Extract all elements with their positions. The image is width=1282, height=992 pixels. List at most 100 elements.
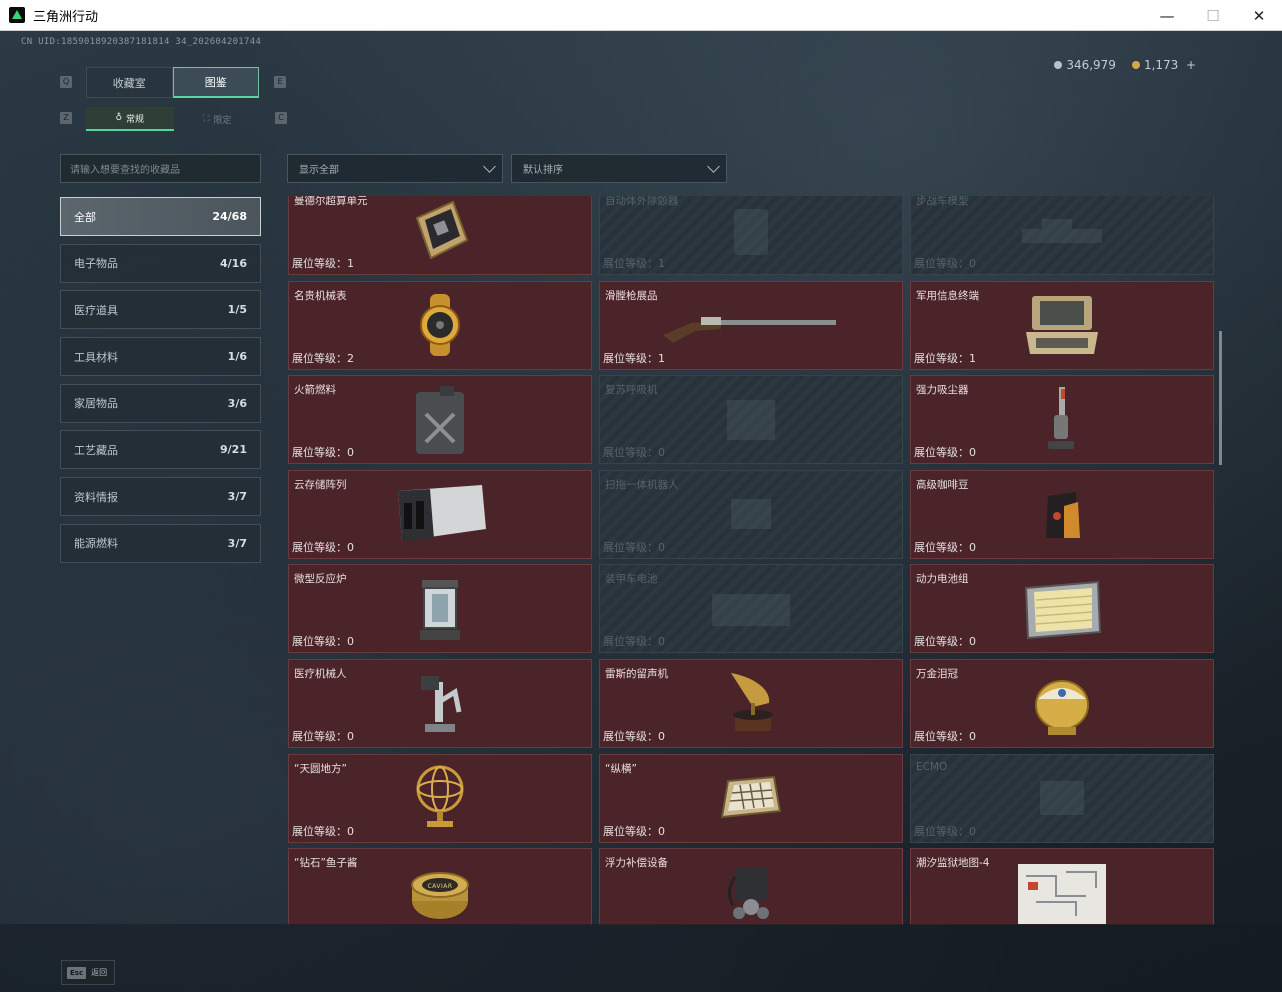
category-count: 9/21 — [220, 443, 247, 457]
level-value: 1 — [658, 351, 665, 365]
category-item[interactable]: 全部 24/68 — [60, 197, 261, 236]
item-level: 展位等级：0 — [603, 823, 665, 839]
collection-card[interactable]: 曼德尔超算单元 展位等级：1 — [288, 196, 592, 275]
collection-card[interactable]: 军用信息终端 展位等级：1 — [910, 280, 1214, 370]
item-level: 展位等级：0 — [603, 633, 665, 649]
category-item[interactable]: 工艺藏品 9/21 — [60, 430, 261, 470]
collection-card[interactable]: “纵横” 展位等级：0 — [599, 753, 903, 843]
category-item[interactable]: 医疗道具 1/5 — [60, 290, 261, 330]
collection-card[interactable]: 动力电池组 展位等级：0 — [910, 564, 1214, 654]
category-count: 4/16 — [220, 256, 247, 270]
category-item[interactable]: 电子物品 4/16 — [60, 243, 261, 283]
level-value: 1 — [969, 351, 976, 365]
item-name: 步战车模型 — [916, 196, 969, 207]
gold-amount: 1,173 — [1143, 58, 1179, 72]
item-name: “天圆地方” — [294, 762, 347, 775]
display-filter-dropdown[interactable]: 显示全部 — [287, 154, 503, 183]
collection-card-locked[interactable]: 自动体外除颤器 展位等级：1 — [599, 196, 903, 275]
level-value: 0 — [658, 730, 665, 743]
limited-icon: ⛶ — [203, 114, 210, 124]
category-item[interactable]: 能源燃料 3/7 — [60, 523, 261, 563]
item-level: 展位等级：0 — [292, 444, 354, 460]
collection-card[interactable]: 微型反应炉 展位等级：0 — [288, 564, 592, 654]
level-value: 2 — [347, 351, 354, 365]
level-prefix: 展位等级： — [914, 635, 969, 649]
category-item[interactable]: 资料情报 3/7 — [60, 477, 261, 517]
level-value: 0 — [658, 635, 665, 649]
category-label: 工艺藏品 — [74, 443, 118, 457]
item-image — [723, 669, 779, 739]
tab-limited[interactable]: ⛶ 限定 — [174, 107, 262, 131]
level-prefix: 展位等级： — [603, 635, 658, 649]
item-image — [1030, 671, 1094, 737]
maximize-button[interactable]: ☐ — [1190, 0, 1236, 31]
window-title: 三角洲行动 — [33, 9, 99, 25]
level-prefix: 展位等级： — [292, 257, 347, 270]
item-image — [1042, 385, 1082, 455]
level-value: 0 — [347, 540, 354, 554]
silver-coin-icon — [1054, 61, 1063, 69]
collection-card[interactable]: 滑膛枪展品 展位等级：1 — [599, 280, 903, 370]
item-name: 浮力补偿设备 — [605, 857, 668, 870]
level-prefix: 展位等级： — [292, 351, 347, 365]
gold-coin-icon — [1131, 61, 1140, 69]
category-count: 3/6 — [227, 396, 247, 410]
collection-card[interactable]: 高级咖啡豆 展位等级：0 — [910, 469, 1214, 559]
item-level: 展位等级：1 — [914, 350, 976, 366]
level-prefix: 展位等级： — [914, 540, 969, 554]
minimize-button[interactable]: — — [1144, 0, 1190, 31]
collection-card[interactable]: 名贵机械表 展位等级：2 — [288, 280, 592, 370]
collection-card[interactable]: 强力吸尘器 展位等级：0 — [910, 375, 1214, 465]
item-name: 潮汐监狱地图-4 — [916, 857, 990, 870]
collection-card[interactable]: 万金泪冠 展位等级：0 — [910, 659, 1214, 748]
category-item[interactable]: 工具材料 1/6 — [60, 337, 261, 377]
level-prefix: 展位等级： — [914, 351, 969, 365]
collection-card-locked[interactable]: 复苏呼吸机 展位等级：0 — [599, 375, 903, 465]
grid-scrollbar[interactable] — [1219, 331, 1222, 465]
collection-card[interactable]: 医疗机械人 展位等级：0 — [288, 659, 592, 748]
tab-catalog[interactable]: 图鉴 — [172, 67, 259, 98]
category-count: 24/68 — [212, 210, 247, 223]
caviar-label: CAVIAR — [427, 883, 453, 891]
category-count: 3/7 — [227, 536, 247, 550]
item-name: 复苏呼吸机 — [605, 384, 658, 397]
category-item[interactable]: 家居物品 3/6 — [60, 383, 261, 423]
collection-card[interactable]: 潮汐监狱地图-4 — [910, 848, 1214, 925]
item-level: 展位等级：0 — [914, 823, 976, 839]
item-name: 火箭燃料 — [294, 384, 336, 397]
back-button[interactable]: Esc 返回 — [61, 960, 115, 985]
level-value: 1 — [347, 257, 354, 270]
chevron-down-icon — [483, 159, 496, 173]
level-value: 0 — [347, 635, 354, 649]
collection-card-locked[interactable]: ECMO 展位等级：0 — [910, 753, 1214, 843]
add-currency-button[interactable]: + — [1186, 58, 1196, 72]
game-scene: CN UID:1859018920387181814 34_2026042017… — [0, 31, 1282, 992]
level-value: 0 — [347, 730, 354, 743]
collection-card[interactable]: “天圆地方” 展位等级：0 — [288, 753, 592, 843]
collection-card-locked[interactable]: 步战车模型 展位等级：0 — [910, 196, 1214, 275]
collection-card[interactable]: 浮力补偿设备 — [599, 848, 903, 925]
level-value: 0 — [658, 824, 665, 838]
collection-card[interactable]: 火箭燃料展位等级：0 — [288, 375, 592, 465]
close-button[interactable]: ✕ — [1236, 0, 1282, 31]
key-hint-c: C — [275, 112, 287, 124]
search-input[interactable]: 请输入想要查找的收藏品 — [60, 154, 261, 183]
item-image — [408, 863, 472, 923]
item-name: ECMO — [916, 760, 948, 773]
collection-card[interactable]: 云存储阵列 展位等级：0 — [288, 469, 592, 559]
tab-regular[interactable]: ♁ 常规 — [86, 107, 174, 131]
level-value: 0 — [969, 257, 976, 270]
collection-card-locked[interactable]: 装甲车电池 展位等级：0 — [599, 564, 903, 654]
collection-card[interactable]: CAVIAR “钻石”鱼子酱 — [288, 848, 592, 925]
collection-card[interactable]: 雷斯的留声机 展位等级：0 — [599, 659, 903, 748]
item-level: 展位等级：0 — [292, 823, 354, 839]
collection-card-locked[interactable]: 扫拖一体机器人 展位等级：0 — [599, 469, 903, 559]
regular-icon: ♁ — [115, 113, 123, 123]
bottom-bar — [0, 924, 1282, 992]
level-prefix: 展位等级： — [603, 446, 658, 460]
level-prefix: 展位等级： — [292, 824, 347, 838]
tab-limited-label: 限定 — [213, 115, 232, 126]
tab-collection-room[interactable]: 收藏室 — [86, 67, 173, 98]
sort-dropdown[interactable]: 默认排序 — [511, 154, 727, 183]
level-prefix: 展位等级： — [914, 824, 969, 838]
